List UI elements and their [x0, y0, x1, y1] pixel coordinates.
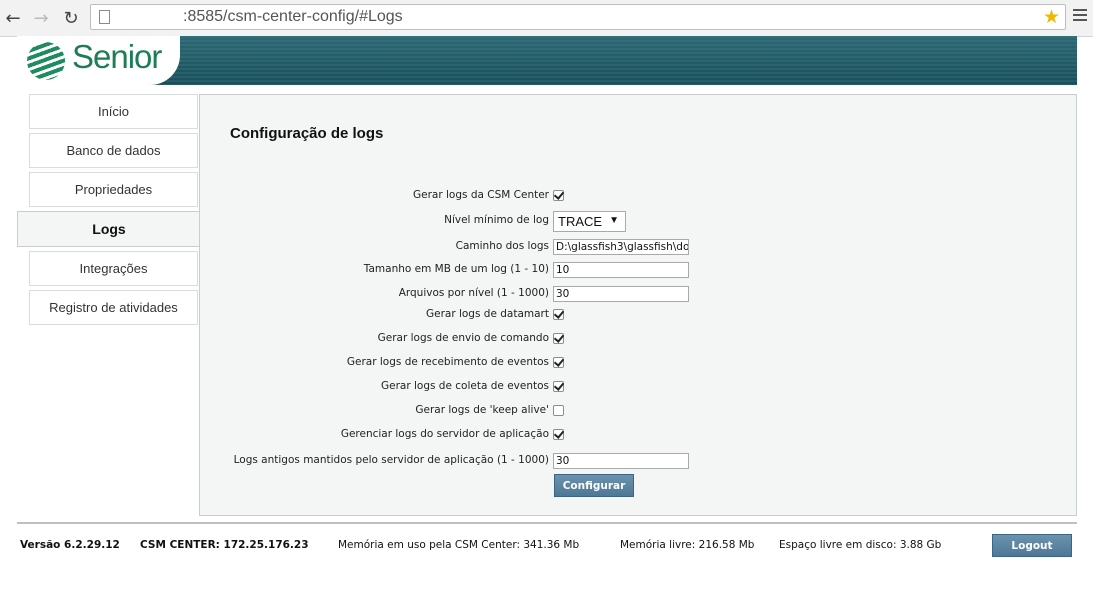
- address-text: :8585/csm-center-config/#Logs: [183, 8, 403, 25]
- form-row-caminho-logs: Caminho dos logs D:\glassfish3\glassfish…: [200, 237, 1078, 257]
- form-row-arquivos-nivel: Arquivos por nível (1 - 1000) 30: [200, 284, 1078, 304]
- sidebar-item-logs[interactable]: Logs: [17, 211, 200, 247]
- field-label: Gerenciar logs do servidor de aplicação: [340, 428, 549, 440]
- form-row-tamanho-mb: Tamanho em MB de um log (1 - 10) 10: [200, 260, 1078, 280]
- sidebar-item-banco-de-dados[interactable]: Banco de dados: [29, 133, 198, 168]
- reload-icon[interactable]: ↻: [60, 7, 82, 29]
- footer-memoria-livre: Memória livre: 216.58 Mb: [620, 539, 755, 551]
- gerar-envio-comando-checkbox[interactable]: [553, 333, 564, 344]
- gerar-recebimento-eventos-checkbox[interactable]: [553, 357, 564, 368]
- field-label: Gerar logs de envio de comando: [377, 332, 549, 344]
- gerar-coleta-eventos-checkbox[interactable]: [553, 381, 564, 392]
- field-label: Gerar logs da CSM Center: [413, 189, 549, 201]
- logo-text: Senior: [72, 38, 162, 75]
- tamanho-mb-input[interactable]: 10: [553, 262, 689, 278]
- configurar-button[interactable]: Configurar: [554, 474, 634, 497]
- back-arrow-icon[interactable]: ←: [2, 7, 24, 29]
- form-row-gerar-envio-comando: Gerar logs de envio de comando: [200, 329, 1078, 349]
- form-row-gerenciar-servidor: Gerenciar logs do servidor de aplicação: [200, 425, 1078, 445]
- nivel-minimo-value: TRACE: [558, 214, 603, 229]
- field-label: Gerar logs de 'keep alive': [415, 404, 549, 416]
- bookmark-star-icon[interactable]: ★: [1043, 6, 1060, 28]
- field-label: Nível mínimo de log: [444, 214, 549, 226]
- footer-memoria-uso: Memória em uso pela CSM Center: 341.36 M…: [338, 539, 580, 551]
- logs-antigos-input[interactable]: 30: [553, 453, 689, 469]
- footer-divider: [17, 522, 1077, 524]
- field-label: Gerar logs de recebimento de eventos: [346, 356, 549, 368]
- field-label: Gerar logs de coleta de eventos: [380, 380, 549, 392]
- form-row-gerar-coleta-eventos: Gerar logs de coleta de eventos: [200, 377, 1078, 397]
- form-row-gerar-datamart: Gerar logs de datamart: [200, 305, 1078, 325]
- form-row-logs-antigos: Logs antigos mantidos pelo servidor de a…: [200, 451, 1078, 471]
- browser-toolbar: ← → ↻ :8585/csm-center-config/#Logs ★: [0, 0, 1093, 37]
- caminho-logs-input[interactable]: D:\glassfish3\glassfish\domains: [553, 239, 689, 255]
- senior-logo: Senior: [17, 36, 180, 85]
- page-icon: [99, 10, 110, 24]
- forward-arrow-icon[interactable]: →: [30, 7, 52, 29]
- sidebar-item-registro-de-atividades[interactable]: Registro de atividades: [29, 290, 198, 325]
- field-label: Caminho dos logs: [455, 240, 549, 252]
- gerar-logs-csm-checkbox[interactable]: [553, 190, 564, 201]
- footer-csm-center: CSM CENTER: 172.25.176.23: [140, 539, 309, 551]
- arquivos-nivel-input[interactable]: 30: [553, 286, 689, 302]
- field-label: Gerar logs de datamart: [425, 308, 549, 320]
- logs-config-panel: Configuração de logs Gerar logs da CSM C…: [199, 94, 1077, 516]
- address-bar[interactable]: :8585/csm-center-config/#Logs ★: [90, 4, 1066, 30]
- footer-espaco-disco: Espaço livre em disco: 3.88 Gb: [779, 539, 942, 551]
- gerenciar-servidor-checkbox[interactable]: [553, 429, 564, 440]
- sidebar-item-inicio[interactable]: Início: [29, 94, 198, 129]
- form-row-nivel-minimo: Nível mínimo de log TRACE ▼: [200, 211, 1078, 232]
- sidebar-item-integracoes[interactable]: Integrações: [29, 251, 198, 286]
- field-label: Logs antigos mantidos pelo servidor de a…: [233, 454, 549, 466]
- senior-logo-mark-icon: [27, 42, 65, 80]
- page-title: Configuração de logs: [230, 125, 384, 142]
- form-row-gerar-logs-csm: Gerar logs da CSM Center: [200, 186, 1078, 206]
- logout-button[interactable]: Logout: [992, 534, 1072, 557]
- nivel-minimo-select[interactable]: TRACE ▼: [553, 211, 626, 232]
- gerar-keep-alive-checkbox[interactable]: [553, 405, 564, 416]
- browser-menu-icon[interactable]: [1073, 9, 1087, 24]
- footer-version: Versão 6.2.29.12: [20, 539, 120, 551]
- sidebar-item-propriedades[interactable]: Propriedades: [29, 172, 198, 207]
- form-row-gerar-recebimento-eventos: Gerar logs de recebimento de eventos: [200, 353, 1078, 373]
- field-label: Arquivos por nível (1 - 1000): [398, 287, 549, 299]
- form-row-gerar-keep-alive: Gerar logs de 'keep alive': [200, 401, 1078, 421]
- dropdown-arrow-icon: ▼: [609, 215, 619, 226]
- gerar-datamart-checkbox[interactable]: [553, 309, 564, 320]
- field-label: Tamanho em MB de um log (1 - 10): [363, 263, 549, 275]
